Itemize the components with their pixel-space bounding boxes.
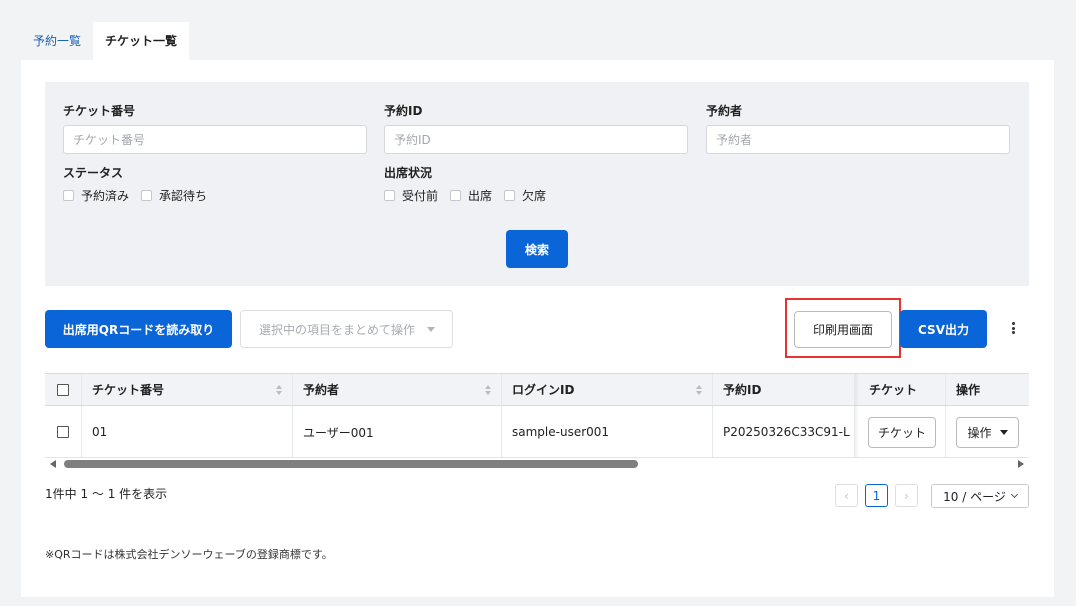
scrollbar-thumb[interactable] [64,460,638,468]
search-form: チケット番号 予約ID 予約者 ステータス 予約済み 承認待ち [45,82,1029,286]
bulk-action-select[interactable]: 選択中の項目をまとめて操作 [240,310,453,348]
cell-action: 操作 [946,406,1029,457]
result-count: 1件中 1 〜 1 件を表示 [45,487,168,501]
sort-icon[interactable] [485,384,491,395]
search-button[interactable]: 検索 [506,230,568,268]
ticket-button[interactable]: チケット [868,416,936,448]
tab-bar: 予約一覧 チケット一覧 [21,22,190,60]
reserver-input[interactable] [706,125,1010,154]
status-pending-checkbox[interactable]: 承認待ち [141,187,207,204]
cell-reservation-id: P20250326C33C91-L [713,406,855,457]
table-row: 01 ユーザー001 sample-user001 P20250326C33C9… [45,406,1029,457]
attendance-filter: 出席状況 受付前 出席 欠席 [384,164,558,204]
checkbox-box[interactable] [141,190,153,201]
select-all-cell [45,374,82,405]
page-number-current[interactable]: 1 [865,484,888,507]
csv-export-button[interactable]: CSV出力 [900,310,987,348]
column-header-ticket-no[interactable]: チケット番号 [82,374,293,405]
horizontal-scrollbar[interactable] [45,458,1029,471]
fixed-column-shadow [855,373,859,457]
caret-down-icon [999,429,1008,435]
chevron-down-icon [1010,490,1018,499]
pager-prev[interactable]: ‹ [835,484,858,507]
attendance-present-checkbox[interactable]: 出席 [450,187,492,204]
chevron-right-icon[interactable]: › [895,484,918,507]
reserver-field: 予約者 [706,102,1010,154]
checkbox-box[interactable] [450,190,462,201]
ticket-table: チケット番号 予約者 ログインID 予約ID チケット 操作 01 ユーザー00… [45,373,1029,458]
column-label: 操作 [956,383,981,397]
scan-qr-button[interactable]: 出席用QRコードを読み取り [45,310,232,348]
column-label: チケット番号 [92,383,165,397]
print-view-button[interactable]: 印刷用画面 [794,311,892,348]
attendance-label: 出席状況 [384,166,433,180]
ticket-number-field: チケット番号 [63,102,367,154]
attendance-absent-checkbox[interactable]: 欠席 [504,187,546,204]
tab-reservation-list[interactable]: 予約一覧 [21,22,93,60]
pager-current[interactable]: 1 [865,484,888,507]
row-select-cell [45,406,82,457]
trademark-footnote: ※QRコードは株式会社デンソーウェーブの登録商標です。 [45,548,333,561]
reservation-id-label: 予約ID [384,104,423,118]
ticket-number-input[interactable] [63,125,367,154]
status-reserved-checkbox[interactable]: 予約済み [63,187,129,204]
ticket-number-label: チケット番号 [63,104,136,118]
more-menu-icon[interactable] [1008,320,1018,336]
column-header-login-id[interactable]: ログインID [502,374,713,405]
status-reserved-label: 予約済み [81,189,130,203]
tab-ticket-list[interactable]: チケット一覧 [93,22,190,60]
checkbox-box[interactable] [504,190,516,201]
table-header: チケット番号 予約者 ログインID 予約ID チケット 操作 [45,373,1029,406]
column-label: 予約者 [303,383,340,397]
cell-reserver: ユーザー001 [293,406,502,457]
column-header-ticket: チケット [859,374,946,405]
action-dropdown-button[interactable]: 操作 [956,416,1019,448]
cell-ticket-no: 01 [82,406,293,457]
scroll-left-icon[interactable] [50,460,56,468]
page-size-value: 10 / ページ [943,489,1006,504]
status-label: ステータス [63,166,124,180]
scroll-right-icon[interactable] [1018,460,1024,468]
reservation-id-input[interactable] [384,125,688,154]
cell-ticket: チケット [859,406,946,457]
column-label: チケット [869,383,918,397]
attendance-absent-label: 欠席 [522,189,547,203]
column-label: 予約ID [723,383,762,397]
attendance-before-checkbox[interactable]: 受付前 [384,187,438,204]
chevron-left-icon[interactable]: ‹ [835,484,858,507]
cell-login-id: sample-user001 [502,406,713,457]
page-size-select[interactable]: 10 / ページ [931,484,1029,508]
sort-icon[interactable] [696,384,702,395]
column-header-reservation-id[interactable]: 予約ID [713,374,855,405]
status-filter: ステータス 予約済み 承認待ち [63,164,219,204]
reservation-id-field: 予約ID [384,102,688,154]
main-panel: チケット番号 予約ID 予約者 ステータス 予約済み 承認待ち [21,60,1054,597]
column-header-action: 操作 [946,374,1029,405]
action-button-label: 操作 [967,425,992,440]
row-checkbox[interactable] [57,426,69,438]
attendance-present-label: 出席 [468,189,493,203]
status-pending-label: 承認待ち [159,189,208,203]
caret-down-icon [427,326,436,332]
checkbox-box[interactable] [63,190,74,201]
column-label: ログインID [512,383,575,397]
bulk-action-placeholder: 選択中の項目をまとめて操作 [259,322,416,337]
checkbox-box[interactable] [384,190,395,201]
select-all-checkbox[interactable] [57,383,69,396]
reserver-label: 予約者 [706,104,743,118]
attendance-before-label: 受付前 [402,189,439,203]
pager-next[interactable]: › [895,484,918,507]
sort-icon[interactable] [276,384,282,395]
column-header-reserver[interactable]: 予約者 [293,374,502,405]
